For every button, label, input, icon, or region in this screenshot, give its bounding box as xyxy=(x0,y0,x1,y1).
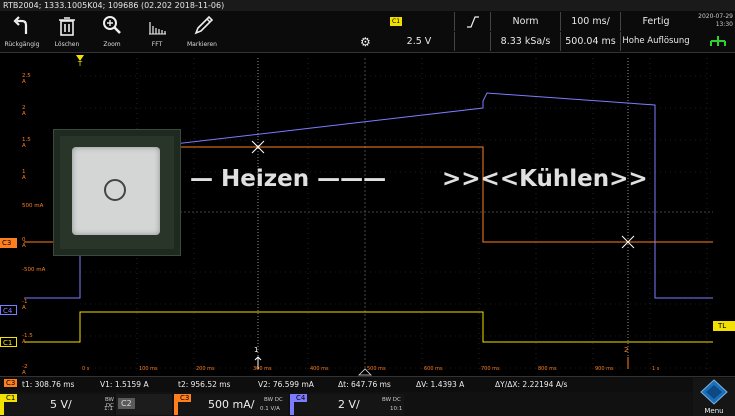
c2-label: C2 xyxy=(118,398,135,409)
trigger-timebase-panel: C1 2.5 V Norm 8.33 kSa/s 100 ms/ 500.04 … xyxy=(384,12,691,52)
settings-gear-icon[interactable]: ⚙ xyxy=(360,35,371,49)
rohde-schwarz-logo-icon xyxy=(700,379,728,405)
measure-v2: V2: 76.599 mA xyxy=(258,380,314,389)
trigger-level-marker[interactable]: TL xyxy=(713,321,735,331)
c4-probe: 10:1 xyxy=(390,406,403,412)
c1-label: C1 xyxy=(4,394,18,402)
c4-offset-marker[interactable]: C4 xyxy=(0,305,17,315)
c1-offset-marker[interactable]: C1 xyxy=(0,337,17,347)
rising-edge-icon xyxy=(466,16,479,28)
delete-label: Löschen xyxy=(54,41,80,48)
c1-scale: 5 V/ xyxy=(50,398,72,411)
c3-label: C3 xyxy=(178,394,192,402)
cursor-1-label: 1 xyxy=(254,346,259,354)
x-label: 1 s xyxy=(652,366,660,372)
channel-c1-button[interactable]: C1 5 V/ BW DC 1:1 xyxy=(0,394,114,415)
trigger-source[interactable]: C1 xyxy=(384,12,454,31)
trash-icon xyxy=(59,17,75,36)
acquisition-mode[interactable]: Hohe Auflösung xyxy=(620,32,691,51)
y-label: -1 A xyxy=(22,299,28,311)
svg-text:T: T xyxy=(77,60,83,68)
measure-dydx: ΔY/ΔX: 2.22194 A/s xyxy=(495,380,568,389)
fft-label: FFT xyxy=(151,41,163,48)
menu-label: Menu xyxy=(704,407,724,415)
c4-scale: 2 V/ xyxy=(338,398,360,411)
c3-offset-marker[interactable]: C3 xyxy=(0,238,17,248)
channel-c4-button[interactable]: C4 2 V/ BW DC 10:1 xyxy=(290,394,404,415)
mark-label: Markieren xyxy=(187,41,217,48)
date: 2020-07-29 xyxy=(698,13,733,20)
c4-bandwidth: BW DC xyxy=(382,397,401,403)
zoom-icon xyxy=(103,16,121,34)
y-label: 2 A xyxy=(22,105,26,117)
c1-probe: 1:1 xyxy=(104,406,113,412)
measure-dv: ΔV: 1.4393 A xyxy=(416,380,465,389)
delete-button[interactable]: Löschen xyxy=(45,11,89,52)
y-label: -500 mA xyxy=(22,267,46,273)
x-label: 100 ms xyxy=(139,366,158,372)
channel-c2-button[interactable]: C2 xyxy=(116,394,172,415)
channel-c3-button[interactable]: C3 500 mA/ BW DC 0.1 V/A xyxy=(174,394,288,415)
cooling-text: >><<Kühlen>> xyxy=(442,166,648,192)
cursor-measurement-bar[interactable]: C3 t1: 308.76 ms V1: 1.5159 A t2: 956.52… xyxy=(0,376,735,392)
waveform-area[interactable]: T 2.5 A 2 A 1.5 A 1 A 500 mA 0 A -500 mA… xyxy=(0,53,735,376)
c3-bandwidth: BW DC xyxy=(264,397,283,403)
measure-v1: V1: 1.5159 A xyxy=(100,380,149,389)
mark-button[interactable]: Markieren xyxy=(180,11,224,52)
x-label: 500 ms xyxy=(367,366,386,372)
pencil-icon xyxy=(194,15,214,35)
datetime: 2020-07-29 13:30 xyxy=(698,13,733,29)
zoom-button[interactable]: Zoom xyxy=(90,11,134,52)
time: 13:30 xyxy=(715,21,733,28)
x-label: 400 ms xyxy=(310,366,329,372)
measure-dt: Δt: 647.76 ms xyxy=(338,380,391,389)
circle-mark-icon xyxy=(104,179,126,201)
y-label: -1.5 A xyxy=(22,333,33,345)
measure-t2: t2: 956.52 ms xyxy=(178,380,231,389)
network-icon xyxy=(710,36,726,46)
cursor-2-label: 2 xyxy=(624,346,629,354)
x-axis-labels: 0 s 100 ms 200 ms 300 ms 400 ms 500 ms 6… xyxy=(0,366,735,376)
acquisition-state[interactable]: Fertig xyxy=(620,12,691,31)
x-label: 800 ms xyxy=(538,366,557,372)
menu-button[interactable]: Menu xyxy=(693,378,735,416)
timebase-position[interactable]: 500.04 ms xyxy=(560,32,620,51)
heating-element-photo xyxy=(53,129,181,256)
c3-probe: 0.1 V/A xyxy=(260,406,280,412)
measure-t1: t1: 308.76 ms xyxy=(22,380,75,389)
x-label: 200 ms xyxy=(196,366,215,372)
y-label: 1 A xyxy=(22,169,26,181)
undo-label: Rückgängig xyxy=(4,41,40,48)
c4-label: C4 xyxy=(294,394,308,402)
measure-source-badge: C3 xyxy=(4,379,18,387)
x-label: 300 ms xyxy=(253,366,272,372)
x-label: 900 ms xyxy=(595,366,614,372)
fft-button[interactable]: FFT xyxy=(135,11,179,52)
x-label: 0 s xyxy=(82,366,90,372)
x-label: 700 ms xyxy=(481,366,500,372)
channel-bar: C1 5 V/ BW DC 1:1 C2 C3 500 mA/ BW DC 0.… xyxy=(0,392,735,416)
undo-button[interactable]: Rückgängig xyxy=(0,11,44,52)
y-label: 0 A xyxy=(22,237,26,249)
fft-icon xyxy=(149,22,166,35)
y-label: 500 mA xyxy=(22,203,44,209)
trigger-mode[interactable]: Norm xyxy=(490,12,560,31)
c1-trace xyxy=(24,311,713,343)
heating-text: — Heizen ——— xyxy=(190,166,387,192)
undo-icon xyxy=(13,16,28,34)
timebase-scale[interactable]: 100 ms/ xyxy=(560,12,620,31)
trigger-slope-blank xyxy=(454,32,490,51)
y-label: 1.5 A xyxy=(22,137,31,149)
y-label: 2.5 A xyxy=(22,73,31,85)
c3-scale: 500 mA/ xyxy=(208,398,255,411)
x-label: 600 ms xyxy=(424,366,443,372)
sample-rate: 8.33 kSa/s xyxy=(490,32,560,51)
zoom-label: Zoom xyxy=(103,41,121,48)
trigger-level[interactable]: 2.5 V xyxy=(384,32,454,51)
trigger-source-badge: C1 xyxy=(390,17,403,26)
title-bar: RTB2004; 1333.1005K04; 109686 (02.202 20… xyxy=(0,0,735,11)
trigger-slope[interactable] xyxy=(454,12,490,31)
